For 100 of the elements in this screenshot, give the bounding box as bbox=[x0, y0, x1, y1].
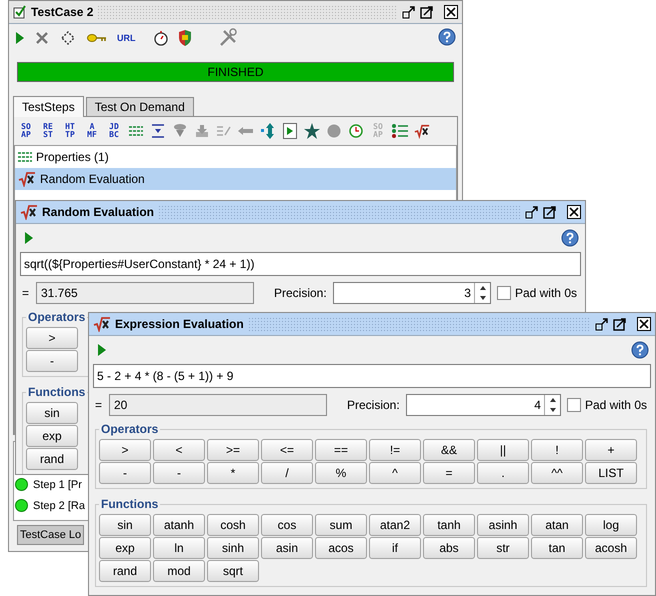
operator-button[interactable]: / bbox=[261, 462, 313, 484]
test-step-item[interactable]: Random Evaluation bbox=[15, 168, 456, 190]
operator-button[interactable]: = bbox=[423, 462, 475, 484]
operator-button[interactable]: - bbox=[99, 462, 151, 484]
pad-checkbox[interactable] bbox=[566, 398, 581, 412]
restore-button[interactable] bbox=[402, 5, 416, 19]
square-root-icon bbox=[414, 123, 430, 139]
log-entry[interactable]: Step 1 [Pr bbox=[33, 478, 82, 490]
stopwatch-button[interactable] bbox=[154, 30, 168, 46]
group-title: Functions bbox=[100, 497, 160, 511]
operator-button[interactable]: ^ bbox=[369, 462, 421, 484]
tab[interactable]: Test On Demand bbox=[86, 97, 194, 116]
function-button[interactable]: mod bbox=[153, 560, 205, 582]
close-button[interactable] bbox=[567, 205, 581, 219]
function-button[interactable]: abs bbox=[423, 537, 475, 559]
clock-icon[interactable] bbox=[348, 122, 364, 140]
square-root-icon bbox=[18, 171, 36, 187]
function-button[interactable]: asinh bbox=[477, 514, 529, 536]
maximize-button[interactable] bbox=[543, 205, 557, 219]
cancel-button[interactable] bbox=[35, 31, 49, 45]
operator-button[interactable]: * bbox=[207, 462, 259, 484]
key-button[interactable] bbox=[87, 33, 107, 43]
function-button[interactable]: sum bbox=[315, 514, 367, 536]
maximize-button[interactable] bbox=[613, 317, 627, 331]
function-button[interactable]: rand bbox=[26, 448, 78, 470]
up-down-arrow-icon[interactable] bbox=[260, 122, 276, 140]
maximize-button[interactable] bbox=[420, 5, 434, 19]
function-button[interactable]: acosh bbox=[585, 537, 637, 559]
close-button[interactable] bbox=[637, 317, 651, 331]
operator-button[interactable]: != bbox=[369, 439, 421, 461]
restore-button[interactable] bbox=[595, 317, 609, 331]
log-tab[interactable]: TestCase Lo bbox=[17, 525, 84, 545]
tools-button[interactable] bbox=[218, 28, 238, 48]
log-entry[interactable]: Step 2 [Ra bbox=[33, 500, 85, 512]
operator-button[interactable]: + bbox=[585, 439, 637, 461]
operator-button[interactable]: > bbox=[99, 439, 151, 461]
function-button[interactable]: cos bbox=[261, 514, 313, 536]
function-button[interactable]: log bbox=[585, 514, 637, 536]
square-root-icon bbox=[20, 204, 38, 220]
step-type-button[interactable]: HT TP bbox=[62, 123, 78, 139]
operator-button[interactable]: == bbox=[315, 439, 367, 461]
operator-button[interactable]: - bbox=[153, 462, 205, 484]
function-button[interactable]: rand bbox=[99, 560, 151, 582]
url-button[interactable]: URL bbox=[117, 33, 136, 43]
close-button[interactable] bbox=[444, 5, 458, 19]
operator-button[interactable]: < bbox=[153, 439, 205, 461]
function-button[interactable]: sin bbox=[99, 514, 151, 536]
status-icon bbox=[15, 499, 28, 512]
operator-button[interactable]: >= bbox=[207, 439, 259, 461]
help-button[interactable] bbox=[438, 28, 456, 46]
help-button[interactable] bbox=[561, 229, 579, 247]
function-button[interactable]: ln bbox=[153, 537, 205, 559]
operator-button[interactable]: . bbox=[477, 462, 529, 484]
star-icon[interactable] bbox=[304, 122, 320, 140]
precision-spinner[interactable]: 3 bbox=[332, 282, 491, 304]
run-button[interactable] bbox=[97, 343, 107, 357]
function-button[interactable]: tanh bbox=[423, 514, 475, 536]
shield-button[interactable] bbox=[178, 30, 192, 46]
operator-button[interactable]: || bbox=[477, 439, 529, 461]
function-button[interactable]: str bbox=[477, 537, 529, 559]
pad-label: Pad with 0s bbox=[514, 286, 577, 300]
operator-button[interactable]: <= bbox=[261, 439, 313, 461]
step-type-button[interactable]: SO AP bbox=[18, 123, 34, 139]
expression-field[interactable]: 5 - 2 + 4 * (8 - (5 + 1)) + 9 bbox=[93, 364, 651, 388]
restore-button[interactable] bbox=[525, 205, 539, 219]
step-type-button[interactable]: RE ST bbox=[40, 123, 56, 139]
function-button[interactable]: sinh bbox=[207, 537, 259, 559]
step-type-button[interactable]: A MF bbox=[84, 123, 100, 139]
square-root-button[interactable] bbox=[414, 122, 430, 140]
tab[interactable]: TestSteps bbox=[13, 96, 84, 117]
operator-button[interactable]: ^^ bbox=[531, 462, 583, 484]
function-button[interactable]: acos bbox=[315, 537, 367, 559]
function-button[interactable]: asin bbox=[261, 537, 313, 559]
run-button[interactable] bbox=[24, 231, 34, 245]
function-button[interactable]: atanh bbox=[153, 514, 205, 536]
operator-button[interactable]: > bbox=[26, 327, 78, 349]
operator-button[interactable]: - bbox=[26, 350, 78, 372]
help-button[interactable] bbox=[631, 341, 649, 359]
function-button[interactable]: sqrt bbox=[207, 560, 259, 582]
function-button[interactable]: tan bbox=[531, 537, 583, 559]
function-button[interactable]: cosh bbox=[207, 514, 259, 536]
precision-spinner[interactable]: 4 bbox=[406, 394, 561, 416]
run-step-icon[interactable] bbox=[282, 122, 298, 140]
test-step-item[interactable]: Properties (1) bbox=[15, 146, 456, 168]
function-button[interactable]: sin bbox=[26, 402, 78, 424]
run-button[interactable] bbox=[15, 31, 25, 45]
operator-button[interactable]: && bbox=[423, 439, 475, 461]
expression-field[interactable]: sqrt((${Properties#UserConstant} * 24 + 1)) bbox=[20, 252, 581, 276]
step-type-button[interactable]: JD BC bbox=[106, 123, 122, 139]
list-icon[interactable] bbox=[392, 122, 408, 140]
operator-button[interactable]: ! bbox=[531, 439, 583, 461]
function-button[interactable]: if bbox=[369, 537, 421, 559]
operator-button[interactable]: LIST bbox=[585, 462, 637, 484]
function-button[interactable]: atan2 bbox=[369, 514, 421, 536]
operator-button[interactable]: % bbox=[315, 462, 367, 484]
pad-checkbox[interactable] bbox=[496, 286, 511, 300]
download-icon[interactable] bbox=[150, 122, 166, 140]
function-button[interactable]: atan bbox=[531, 514, 583, 536]
function-button[interactable]: exp bbox=[26, 425, 78, 447]
function-button[interactable]: exp bbox=[99, 537, 151, 559]
